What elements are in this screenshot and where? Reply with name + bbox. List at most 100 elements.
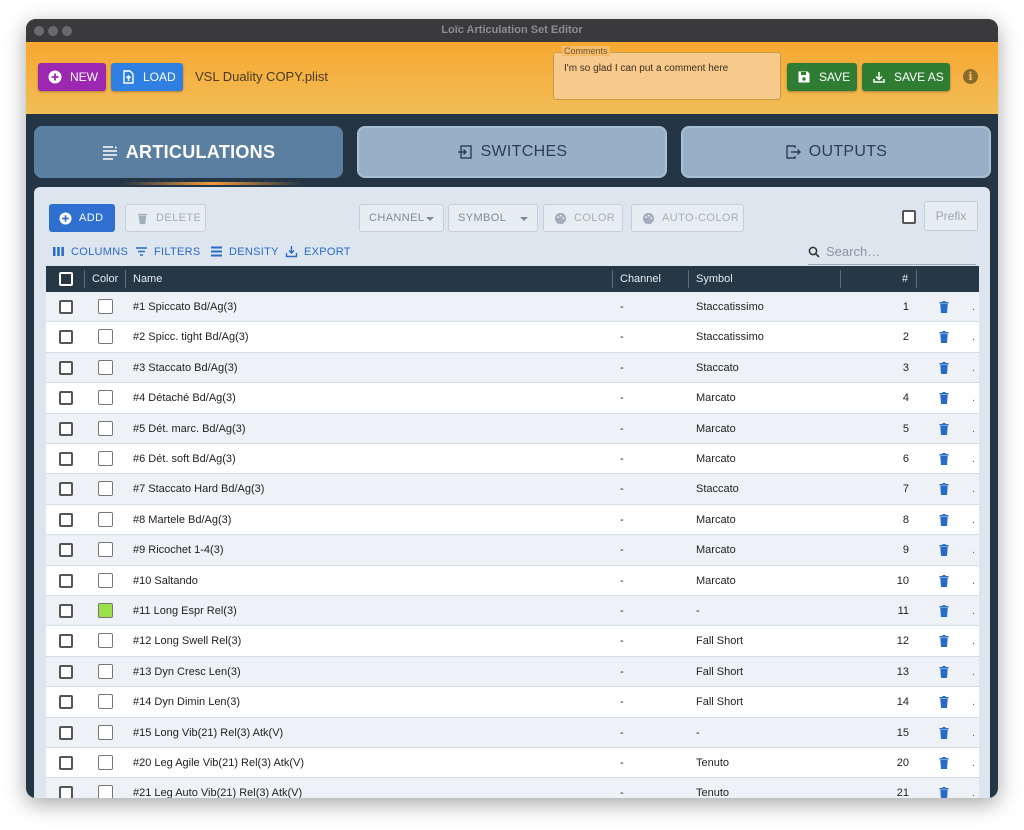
density-button[interactable]: DENSITY — [210, 245, 279, 258]
row-checkbox[interactable] — [59, 360, 73, 375]
comments-field[interactable]: Comments I'm so glad I can put a comment… — [553, 46, 781, 100]
row-color-swatch[interactable] — [98, 603, 113, 618]
row-more-indicator: . — [972, 361, 976, 374]
new-button[interactable]: NEW — [38, 63, 106, 91]
row-color-swatch[interactable] — [98, 390, 113, 406]
row-checkbox[interactable] — [59, 725, 73, 740]
table-row[interactable]: #21 Leg Auto Vib(21) Rel(3) Atk(V) - Tenut… — [46, 778, 979, 798]
tab-outputs[interactable]: OUTPUTS — [681, 126, 991, 178]
row-checkbox[interactable] — [59, 756, 73, 770]
table-row[interactable]: #12 Long Swell Rel(3) - Fall Short 12. — [46, 626, 979, 657]
row-color-swatch[interactable] — [98, 299, 113, 314]
table-row[interactable]: #5 Dét. marc. Bd/Ag(3) - Marcato 5. — [46, 413, 979, 444]
row-checkbox[interactable] — [59, 482, 73, 497]
row-checkbox[interactable] — [59, 421, 73, 436]
row-color-swatch[interactable] — [98, 663, 113, 679]
trash-icon[interactable] — [939, 544, 949, 557]
table-row[interactable]: #13 Dyn Cresc Len(3) - Fall Short 13. — [46, 656, 979, 688]
trash-icon[interactable] — [939, 331, 949, 344]
trash-icon[interactable] — [939, 726, 949, 739]
save-as-button[interactable]: SAVE AS — [862, 63, 950, 91]
table-row[interactable]: #11 Long Espr Rel(3) - - 11. — [46, 596, 979, 627]
tab-articulations[interactable]: ARTICULATIONS — [34, 126, 343, 178]
trash-icon[interactable] — [939, 422, 949, 435]
row-checkbox[interactable] — [59, 573, 73, 588]
row-color-swatch[interactable] — [98, 359, 113, 375]
row-color-swatch[interactable] — [98, 724, 113, 740]
row-name: #15 Long Vib(21) Rel(3) Atk(V) — [133, 726, 284, 739]
row-color-swatch[interactable] — [98, 633, 113, 649]
table-row[interactable]: #10 Saltando - Marcato 10. — [46, 565, 979, 596]
trash-icon[interactable] — [939, 574, 949, 587]
table-row[interactable]: #2 Spicc. tight Bd/Ag(3) - Staccatissimo 2. — [46, 322, 979, 353]
column-header-color[interactable]: Color — [92, 266, 118, 292]
trash-icon[interactable] — [939, 301, 949, 313]
trash-icon[interactable] — [939, 453, 949, 465]
trash-icon[interactable] — [939, 696, 949, 709]
row-color-swatch[interactable] — [98, 511, 113, 527]
row-checkbox[interactable] — [59, 786, 73, 798]
active-tab-indicator — [122, 182, 302, 185]
table-row[interactable]: #3 Staccato Bd/Ag(3) - Staccato 3. — [46, 352, 979, 384]
row-symbol: Fall Short — [696, 665, 744, 678]
row-checkbox[interactable] — [59, 604, 73, 618]
trash-icon[interactable] — [939, 757, 949, 769]
export-button[interactable]: EXPORT — [285, 245, 351, 258]
table-row[interactable]: #9 Ricochet 1-4(3) - Marcato 9. — [46, 535, 979, 566]
row-color-swatch[interactable] — [98, 542, 113, 558]
prefix-checkbox[interactable] — [902, 210, 916, 224]
trash-icon[interactable] — [939, 605, 949, 617]
channel-select[interactable]: CHANNEL — [359, 204, 444, 232]
table-row[interactable]: #4 Détaché Bd/Ag(3) - Marcato 4. — [46, 383, 979, 414]
row-checkbox[interactable] — [59, 543, 73, 558]
table-row[interactable]: #14 Dyn Dimin Len(3) - Fall Short 14. — [46, 687, 979, 718]
table-row[interactable]: #20 Leg Agile Vib(21) Rel(3) Atk(V) - Tenu… — [46, 748, 979, 779]
trash-icon[interactable] — [939, 787, 949, 798]
row-checkbox[interactable] — [59, 391, 73, 406]
row-color-swatch[interactable] — [98, 420, 113, 436]
prefix-input[interactable]: Prefix — [924, 201, 978, 231]
row-checkbox[interactable] — [59, 300, 73, 314]
load-button[interactable]: LOAD — [111, 63, 183, 91]
select-all-checkbox[interactable] — [59, 272, 73, 286]
auto-color-button[interactable]: AUTO-COLOR — [631, 204, 744, 232]
row-checkbox[interactable] — [59, 512, 73, 527]
info-icon[interactable]: i — [963, 69, 978, 84]
row-color-swatch[interactable] — [98, 755, 113, 770]
columns-button[interactable]: COLUMNS — [52, 245, 128, 258]
table-row[interactable]: #15 Long Vib(21) Rel(3) Atk(V) - - 15. — [46, 717, 979, 748]
table-row[interactable]: #8 Martele Bd/Ag(3) - Marcato 8. — [46, 504, 979, 536]
column-header-name[interactable]: Name — [133, 266, 162, 292]
row-checkbox[interactable] — [59, 452, 73, 466]
row-color-swatch[interactable] — [98, 785, 113, 798]
row-color-swatch[interactable] — [98, 329, 113, 345]
row-checkbox[interactable] — [59, 330, 73, 345]
symbol-select[interactable]: SYMBOL — [448, 204, 538, 232]
trash-icon[interactable] — [939, 392, 949, 405]
filters-button[interactable]: FILTERS — [135, 245, 201, 258]
table-row[interactable]: #6 Dét. soft Bd/Ag(3) - Marcato 6. — [46, 444, 979, 475]
save-button[interactable]: SAVE — [787, 63, 857, 91]
table-row[interactable]: #1 Spiccato Bd/Ag(3) - Staccatissimo 1. — [46, 292, 979, 323]
row-checkbox[interactable] — [59, 634, 73, 649]
search-input[interactable]: Search… — [808, 239, 976, 265]
row-color-swatch[interactable] — [98, 481, 113, 497]
trash-icon[interactable] — [939, 361, 949, 374]
delete-button[interactable]: DELETE — [125, 204, 206, 232]
trash-icon[interactable] — [939, 665, 949, 678]
column-header-number[interactable]: # — [902, 266, 908, 292]
add-button[interactable]: ADD — [49, 204, 115, 232]
row-checkbox[interactable] — [59, 664, 73, 679]
trash-icon[interactable] — [939, 635, 949, 648]
column-header-channel[interactable]: Channel — [620, 266, 661, 292]
row-color-swatch[interactable] — [98, 572, 113, 588]
color-button[interactable]: COLOR — [543, 204, 623, 232]
trash-icon[interactable] — [939, 483, 949, 496]
table-row[interactable]: #7 Staccato Hard Bd/Ag(3) - Staccato 7. — [46, 474, 979, 505]
tab-switches[interactable]: SWITCHES — [357, 126, 667, 178]
trash-icon[interactable] — [939, 513, 949, 526]
column-header-symbol[interactable]: Symbol — [696, 266, 733, 292]
row-checkbox[interactable] — [59, 695, 73, 710]
row-color-swatch[interactable] — [98, 694, 113, 710]
row-color-swatch[interactable] — [98, 451, 113, 466]
